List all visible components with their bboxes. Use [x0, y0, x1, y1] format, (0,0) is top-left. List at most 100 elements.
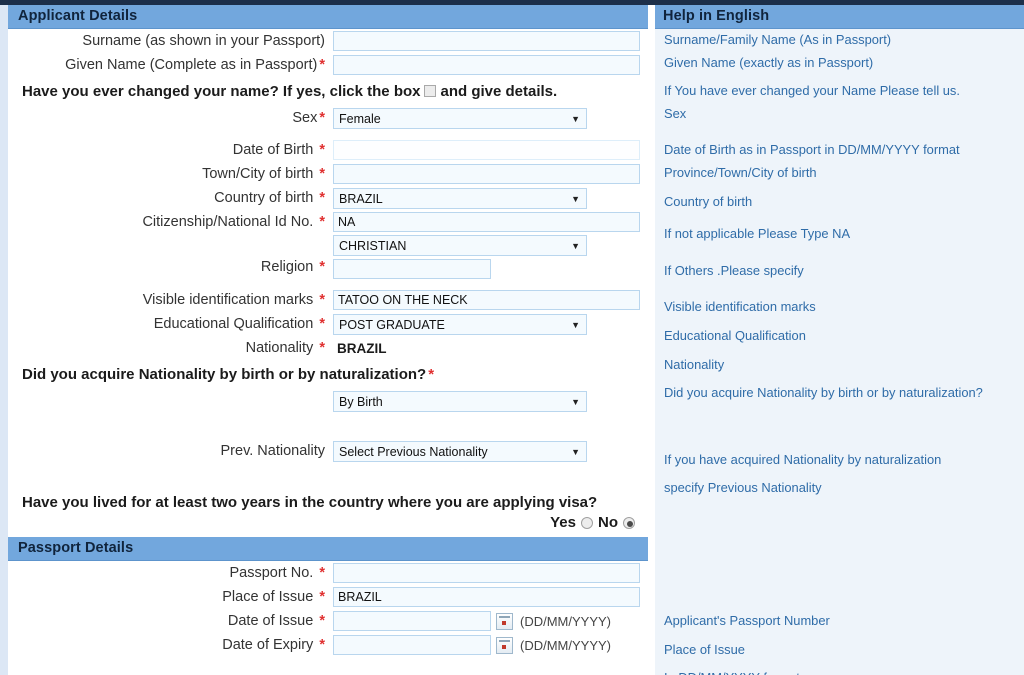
help-line-name-changed: If You have ever changed your Name Pleas… [664, 83, 960, 99]
chevron-down-icon: ▼ [571, 319, 580, 330]
lived-two-years-yes-label: Yes [550, 514, 576, 531]
row-date-of-birth: Date of Birth * [8, 138, 648, 162]
required-star-citizenship-id: * [319, 214, 325, 230]
date-of-expiry-input[interactable] [333, 635, 491, 655]
required-star-nationality: * [319, 340, 325, 356]
row-education: Educational Qualification * POST GRADUAT… [8, 312, 648, 336]
row-town-of-birth: Town/City of birth * [8, 162, 648, 186]
field-surname [333, 31, 648, 51]
chevron-down-icon: ▼ [571, 446, 580, 457]
lived-two-years-yes-radio[interactable] [581, 517, 593, 529]
nationality-acquired-value: By Birth [339, 394, 383, 409]
label-passport-no-text: Passport No. [229, 565, 314, 581]
label-citizenship-id: Citizenship/National Id No. * [8, 213, 333, 231]
help-panel-column: Help in English Surname/Family Name (As … [655, 5, 1024, 675]
label-identification-marks-text: Visible identification marks [142, 292, 314, 308]
label-education: Educational Qualification * [8, 315, 333, 333]
required-star-passport-no: * [319, 565, 325, 581]
label-date-of-expiry: Date of Expiry * [8, 636, 333, 654]
place-of-issue-input[interactable] [333, 587, 640, 607]
required-star-date-of-birth: * [319, 142, 325, 158]
field-nationality: BRAZIL [333, 341, 648, 356]
help-line-given-name: Given Name (exactly as in Passport) [664, 54, 874, 70]
country-of-birth-select[interactable]: BRAZIL ▼ [333, 187, 587, 209]
date-of-issue-input[interactable] [333, 611, 491, 631]
education-select[interactable]: POST GRADUATE ▼ [333, 313, 587, 335]
label-religion: Religion * [8, 235, 333, 276]
citizenship-id-input[interactable] [333, 212, 640, 232]
row-prev-nationality: Prev. Nationality Select Previous Nation… [8, 439, 648, 463]
nationality-value: BRAZIL [337, 340, 387, 356]
field-town-of-birth [333, 164, 648, 184]
field-identification-marks [333, 290, 648, 310]
row-date-of-issue: Date of Issue * (DD/MM/YYYY) [8, 609, 648, 633]
calendar-icon-date-of-issue[interactable] [496, 612, 513, 630]
section-header-passport-details: Passport Details [8, 537, 648, 561]
required-star-nationality-acquired: * [428, 366, 435, 383]
help-line-nationality-acquired: Did you acquire Nationality by birth or … [664, 385, 983, 401]
religion-select[interactable]: CHRISTIAN ▼ [333, 235, 587, 256]
question-nationality-acquired: Did you acquire Nationality by birth or … [8, 360, 648, 389]
date-of-expiry-format: (DD/MM/YYYY) [520, 637, 611, 653]
sex-select-value: Female [339, 111, 381, 126]
name-changed-checkbox[interactable] [424, 85, 437, 97]
help-line-sex: Sex [664, 105, 687, 121]
label-town-of-birth: Town/City of birth * [8, 165, 333, 183]
label-identification-marks: Visible identification marks * [8, 291, 333, 309]
nationality-acquired-select[interactable]: By Birth ▼ [333, 390, 587, 412]
calendar-icon-date-of-expiry[interactable] [496, 636, 513, 654]
label-surname-text: Surname (as shown in your Passport) [82, 33, 325, 49]
label-nationality: Nationality * [8, 339, 333, 357]
help-line-education: Educational Qualification [664, 327, 806, 343]
label-country-of-birth-text: Country of birth [214, 190, 314, 206]
help-line-town-of-birth: Province/Town/City of birth [664, 164, 817, 180]
row-passport-no: Passport No. * [8, 561, 648, 585]
section-header-help: Help in English [655, 5, 1024, 29]
row-identification-marks: Visible identification marks * [8, 288, 648, 312]
passport-no-input[interactable] [333, 563, 640, 583]
field-prev-nationality: Select Previous Nationality ▼ [333, 440, 648, 462]
sex-select[interactable]: Female ▼ [333, 107, 587, 129]
lived-two-years-no-radio[interactable] [623, 517, 635, 529]
given-name-input[interactable] [333, 55, 640, 75]
help-line-surname: Surname/Family Name (As in Passport) [664, 32, 892, 47]
town-of-birth-input[interactable] [333, 164, 640, 184]
help-line-passport-no: Applicant's Passport Number [664, 612, 830, 628]
field-given-name [333, 55, 648, 75]
question-lived-two-years-text: Have you lived for at least two years in… [22, 494, 598, 511]
surname-input[interactable] [333, 31, 640, 51]
required-star-place-of-issue: * [319, 589, 325, 605]
help-line-prev-nationality-2: specify Previous Nationality [664, 480, 822, 496]
prev-nationality-select[interactable]: Select Previous Nationality ▼ [333, 440, 587, 462]
row-country-of-birth: Country of birth * BRAZIL ▼ [8, 186, 648, 210]
left-rail [0, 5, 8, 675]
required-star-sex: * [319, 110, 325, 126]
field-country-of-birth: BRAZIL ▼ [333, 187, 648, 209]
country-of-birth-value: BRAZIL [339, 191, 383, 206]
label-sex: Sex * [8, 109, 333, 127]
required-star-identification-marks: * [319, 292, 325, 308]
help-line-date-of-birth: Date of Birth as in Passport in DD/MM/YY… [664, 142, 960, 158]
religion-other-input[interactable] [333, 259, 491, 279]
question-name-changed-part1: Have you ever changed your name? If yes,… [22, 83, 421, 100]
row-place-of-issue: Place of Issue * [8, 585, 648, 609]
date-of-birth-input[interactable] [333, 140, 640, 160]
prev-nationality-value: Select Previous Nationality [339, 444, 488, 459]
row-nationality: Nationality * BRAZIL [8, 336, 648, 360]
chevron-down-icon: ▼ [571, 396, 580, 407]
help-line-prev-nationality-1: If you have acquired Nationality by natu… [664, 451, 942, 467]
label-prev-nationality-text: Prev. Nationality [220, 443, 326, 459]
help-line-nationality: Nationality [664, 356, 725, 372]
field-education: POST GRADUATE ▼ [333, 313, 648, 335]
applicant-form-column: Applicant Details Surname (as shown in y… [8, 5, 648, 675]
identification-marks-input[interactable] [333, 290, 640, 310]
label-citizenship-id-text: Citizenship/National Id No. [142, 214, 314, 230]
